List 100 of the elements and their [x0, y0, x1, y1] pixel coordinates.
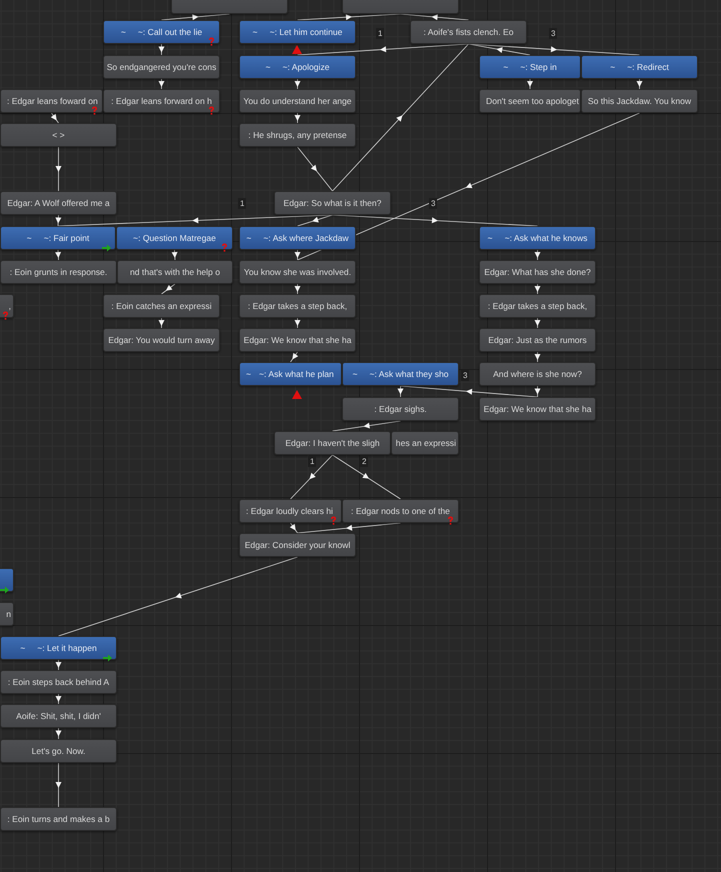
choice-node[interactable]: ~ ~: Fair point: [0, 226, 116, 250]
dialogue-node[interactable]: And where is she now?: [479, 362, 596, 386]
edge-label: 1: [308, 456, 316, 467]
node-prefix: ~: [610, 60, 616, 74]
node-label: : Edgar nods to one of the: [351, 504, 450, 518]
dialogue-node[interactable]: : Edgar leans foward on: [0, 89, 103, 113]
connector-arrow: [636, 78, 642, 90]
node-label: Edgar: A Wolf offered me a: [7, 196, 110, 210]
node-label: Edgar: We know that she ha: [484, 402, 592, 416]
node-label: : Edgar loudly clears hi: [246, 504, 333, 518]
dialogue-node[interactable]: : Edgar sighs.: [342, 397, 459, 421]
dialogue-node[interactable]: Edgar: You would turn away: [103, 328, 220, 352]
node-label: Let's go. Now.: [32, 744, 86, 758]
dialogue-node[interactable]: : He shrugs, any pretense: [239, 123, 356, 147]
connector-arrow: [161, 284, 176, 294]
node-label: ~: Ask what he knows: [504, 232, 588, 244]
node-label: ~: Ask where Jackdaw: [263, 232, 349, 244]
node-label: nd that's with the help o: [130, 266, 220, 278]
dialogue-node[interactable]: : Eoin catches an expressi: [103, 294, 220, 318]
node-label: Edgar: I haven't the sligh: [285, 436, 380, 450]
node-label: So this Jackdaw. You know: [588, 94, 692, 108]
node-label: ~: Ask what they sho: [369, 368, 449, 380]
dialogue-node[interactable]: Edgar: Consider your knowl: [239, 533, 356, 557]
dialogue-node[interactable]: Edgar: So what is it then?: [274, 191, 391, 215]
node-label: hes an expressi: [396, 436, 456, 450]
node-label: : Edgar takes a step back,: [248, 300, 348, 312]
node-prefix: ~: [503, 60, 508, 74]
dialogue-node[interactable]: Aoife: Shit, shit, I didn': [0, 704, 117, 728]
choice-node[interactable]: ~ ~: Redirect: [581, 55, 698, 79]
dialogue-node[interactable]: You do understand her ange: [239, 89, 356, 113]
dialogue-node[interactable]: Edgar: A Wolf offered me a: [0, 191, 117, 215]
connector-arrow: [50, 112, 59, 124]
dialogue-node[interactable]: You know she was involved.: [239, 260, 356, 284]
node-label: You do understand her ange: [243, 94, 352, 108]
node-label: : He shrugs, any pretense: [248, 128, 347, 142]
node-label: n: [6, 608, 11, 620]
dialogue-node[interactable]: So endgangered you're cons: [103, 55, 220, 79]
connector-arrow: [56, 728, 62, 740]
node-label: Edgar: Just as the rumors: [488, 334, 587, 346]
node-prefix: ~: [246, 232, 252, 244]
choice-node[interactable]: ~ ~: Let it happen: [0, 636, 117, 660]
dialogue-node[interactable]: : Eoin turns and makes a b: [0, 807, 117, 831]
node-label: ~: Ask what he plan: [259, 368, 334, 380]
node-label: : Eoin steps back behind A: [8, 676, 110, 688]
dialogue-node[interactable]: Let's go. Now.: [0, 739, 117, 763]
choice-node[interactable]: ~ ~: Ask what they sho: [342, 362, 459, 386]
dialogue-node[interactable]: n: [0, 602, 14, 626]
dialogue-node[interactable]: Edgar: We know that she ha: [239, 328, 356, 352]
choice-node[interactable]: ~ ~: Ask what he knows: [479, 226, 596, 250]
node-label: Edgar: What has she done?: [484, 266, 591, 278]
node-label: : Aoife's fists clench. Eo: [423, 26, 514, 38]
edge-label: 1: [376, 28, 384, 39]
connector-arrow: [56, 762, 62, 808]
node-prefix: ~: [265, 60, 270, 74]
dialogue-node[interactable]: nd that's with the help o: [117, 260, 233, 284]
dialogue-node[interactable]: So this Jackdaw. You know: [581, 89, 698, 113]
dialogue-node[interactable]: : Aoife's fists clench. Eo: [410, 20, 527, 44]
dialogue-node[interactable]: : Edgar nods to one of the: [342, 499, 459, 523]
node-label: : Eoin catches an expressi: [111, 300, 212, 312]
dialogue-node[interactable]: : Eoin grunts in response.: [0, 260, 117, 284]
dialogue-node[interactable]: ,: [0, 294, 14, 318]
dialogue-node[interactable]: : Edgar takes a step back,: [239, 294, 356, 318]
node-label: ~: Fair point: [44, 232, 90, 244]
node-label: : Eoin turns and makes a b: [7, 812, 110, 826]
dialogue-node[interactable]: Edgar: Just as the rumors: [479, 328, 596, 352]
dialogue-node[interactable]: hes an expressi: [391, 431, 459, 455]
dialogue-node[interactable]: : Edgar takes a step back,: [479, 294, 596, 318]
dialogue-node[interactable]: : Edgar loudly clears hi: [239, 499, 342, 523]
connector-arrow: [158, 44, 164, 56]
edge-label: 3: [429, 198, 438, 209]
node-label: ~: Apologize: [282, 60, 330, 74]
connector-arrow: [158, 78, 164, 90]
dialogue-node[interactable]: : Edgar leans forward on h: [103, 89, 220, 113]
dialogue-node[interactable]: : Eoin steps back behind A: [0, 670, 117, 694]
node-label: Edgar: Consider your knowl: [244, 538, 350, 552]
dialogue-node[interactable]: Edgar: What has she done?: [479, 260, 596, 284]
node-prefix: ~: [352, 368, 358, 380]
dialogue-node[interactable]: < >: [0, 123, 117, 147]
connector-arrow: [290, 352, 298, 362]
edge-label: 3: [461, 370, 470, 381]
connector-arrow: [161, 14, 230, 20]
node-label: Edgar: You would turn away: [108, 334, 215, 346]
node-prefix: ~: [488, 232, 493, 244]
node-label: ~: Let it happen: [37, 642, 97, 654]
dialogue-node[interactable]: Edgar: I haven't the sligh: [274, 431, 391, 455]
node-label: ~: Redirect: [627, 60, 669, 74]
dialogue-node[interactable]: Don't seem too apologet: [479, 89, 581, 113]
edge-label: 3: [549, 28, 558, 39]
node-label: : Eoin grunts in response.: [10, 266, 108, 278]
choice-node[interactable]: ~ ~: Let him continue: [239, 20, 356, 44]
choice-node[interactable]: ~: Question Matregae: [116, 226, 233, 250]
connector-arrow: [534, 284, 540, 294]
choice-node[interactable]: ~ ~: Ask where Jackdaw: [239, 226, 356, 250]
dialogue-node[interactable]: Edgar: We know that she ha: [479, 397, 596, 421]
node-label: : Edgar sighs.: [374, 402, 427, 416]
choice-node[interactable]: ~ ~: Step in: [479, 55, 581, 79]
node-prefix: ~: [26, 232, 32, 244]
choice-node[interactable]: ~ ~: Call out the lie: [103, 20, 220, 44]
edge-label: 1: [238, 198, 246, 209]
node-label: Don't seem too apologet: [486, 94, 579, 108]
